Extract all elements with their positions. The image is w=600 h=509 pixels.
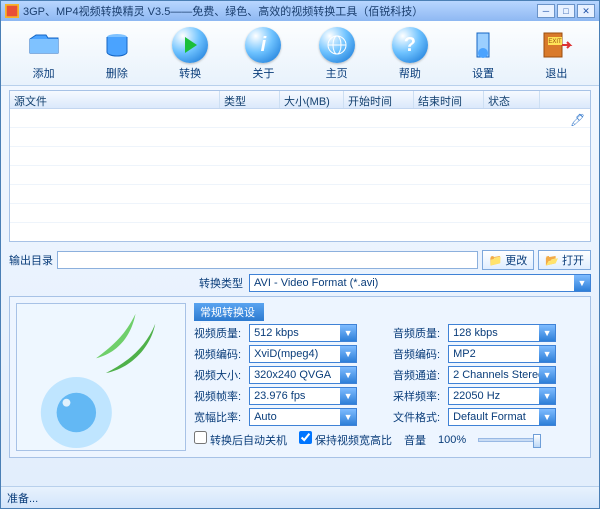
app-icon: [5, 4, 19, 18]
col-status[interactable]: 状态: [484, 91, 540, 108]
table-body: [10, 109, 590, 223]
video-size-label: 视频大小:: [194, 367, 241, 383]
col-type[interactable]: 类型: [220, 91, 280, 108]
main-toolbar: 添加 删除 转换 i 关于 主页 ? 帮助 设置 EXIT 退出: [1, 21, 599, 86]
volume-value: 100%: [438, 434, 466, 446]
preview-image: [16, 303, 186, 451]
add-button[interactable]: 添加: [16, 27, 72, 81]
help-icon: ?: [392, 27, 428, 63]
home-button[interactable]: 主页: [309, 27, 365, 81]
audio-codec-label: 音频编码:: [393, 346, 440, 362]
video-codec-label: 视频编码:: [194, 346, 241, 362]
video-quality-combo[interactable]: 512 kbps▼: [249, 324, 357, 342]
folder-add-icon: [26, 27, 62, 63]
help-button[interactable]: ? 帮助: [382, 27, 438, 81]
app-window: 3GP、MP4视频转换精灵 V3.5——免费、绿色、高效的视频转换工具（佰锐科技…: [0, 0, 600, 509]
volume-slider[interactable]: [478, 438, 538, 442]
open-dir-button[interactable]: 📂打开: [538, 250, 591, 270]
video-codec-combo[interactable]: XviD(mpeg4)▼: [249, 345, 357, 363]
audio-codec-combo[interactable]: MP2▼: [448, 345, 556, 363]
svg-text:EXIT: EXIT: [549, 39, 563, 45]
shutdown-checkbox[interactable]: 转换后自动关机: [194, 431, 287, 448]
close-button[interactable]: ✕: [577, 4, 595, 18]
trash-icon: [99, 27, 135, 63]
output-dir-input[interactable]: [57, 251, 478, 269]
chevron-down-icon: ▼: [574, 275, 590, 291]
change-dir-button[interactable]: 📁更改: [482, 250, 535, 270]
move-up-icon[interactable]: 🖊: [570, 113, 586, 127]
audio-channel-combo[interactable]: 2 Channels Stereo▼: [448, 366, 556, 384]
video-fps-label: 视频帧率:: [194, 388, 241, 404]
keep-ratio-checkbox[interactable]: 保持视频宽高比: [299, 431, 392, 448]
titlebar: 3GP、MP4视频转换精灵 V3.5——免费、绿色、高效的视频转换工具（佰锐科技…: [1, 1, 599, 21]
col-start[interactable]: 开始时间: [344, 91, 414, 108]
file-table[interactable]: 源文件 类型 大小(MB) 开始时间 结束时间 状态 🖊: [9, 90, 591, 242]
info-icon: i: [245, 27, 281, 63]
about-button[interactable]: i 关于: [235, 27, 291, 81]
minimize-button[interactable]: ─: [537, 4, 555, 18]
col-size[interactable]: 大小(MB): [280, 91, 344, 108]
settings-button[interactable]: 设置: [455, 27, 511, 81]
folder-icon: 📁: [489, 254, 503, 267]
maximize-button[interactable]: □: [557, 4, 575, 18]
file-format-label: 文件格式:: [393, 409, 440, 425]
convert-type-combo[interactable]: AVI - Video Format (*.avi)▼: [249, 274, 591, 292]
convert-button[interactable]: 转换: [162, 27, 218, 81]
video-fps-combo[interactable]: 23.976 fps▼: [249, 387, 357, 405]
window-title: 3GP、MP4视频转换精灵 V3.5——免费、绿色、高效的视频转换工具（佰锐科技…: [23, 3, 423, 19]
exit-icon: EXIT: [538, 27, 574, 63]
volume-label: 音量: [404, 432, 426, 448]
video-size-combo[interactable]: 320x240 QVGA▼: [249, 366, 357, 384]
video-quality-label: 视频质量:: [194, 325, 241, 341]
globe-icon: [319, 27, 355, 63]
audio-quality-label: 音频质量:: [393, 325, 440, 341]
aspect-label: 宽幅比率:: [194, 409, 241, 425]
table-header: 源文件 类型 大小(MB) 开始时间 结束时间 状态: [10, 91, 590, 109]
audio-quality-combo[interactable]: 128 kbps▼: [448, 324, 556, 342]
remove-button[interactable]: 删除: [89, 27, 145, 81]
status-text: 准备...: [7, 490, 38, 506]
gear-icon: [465, 27, 501, 63]
output-dir-label: 输出目录: [9, 252, 53, 268]
open-icon: 📂: [545, 254, 559, 267]
audio-channel-label: 音频通道:: [393, 367, 440, 383]
col-source[interactable]: 源文件: [10, 91, 220, 108]
exit-button[interactable]: EXIT 退出: [528, 27, 584, 81]
aspect-combo[interactable]: Auto▼: [249, 408, 357, 426]
sample-rate-label: 采样频率:: [393, 388, 440, 404]
file-format-combo[interactable]: Default Format▼: [448, 408, 556, 426]
col-end[interactable]: 结束时间: [414, 91, 484, 108]
params-tab[interactable]: 常规转换设置: [194, 303, 264, 321]
sample-rate-combo[interactable]: 22050 Hz▼: [448, 387, 556, 405]
status-bar: 准备...: [1, 486, 599, 508]
convert-type-label: 转换类型: [187, 275, 243, 291]
play-icon: [172, 27, 208, 63]
